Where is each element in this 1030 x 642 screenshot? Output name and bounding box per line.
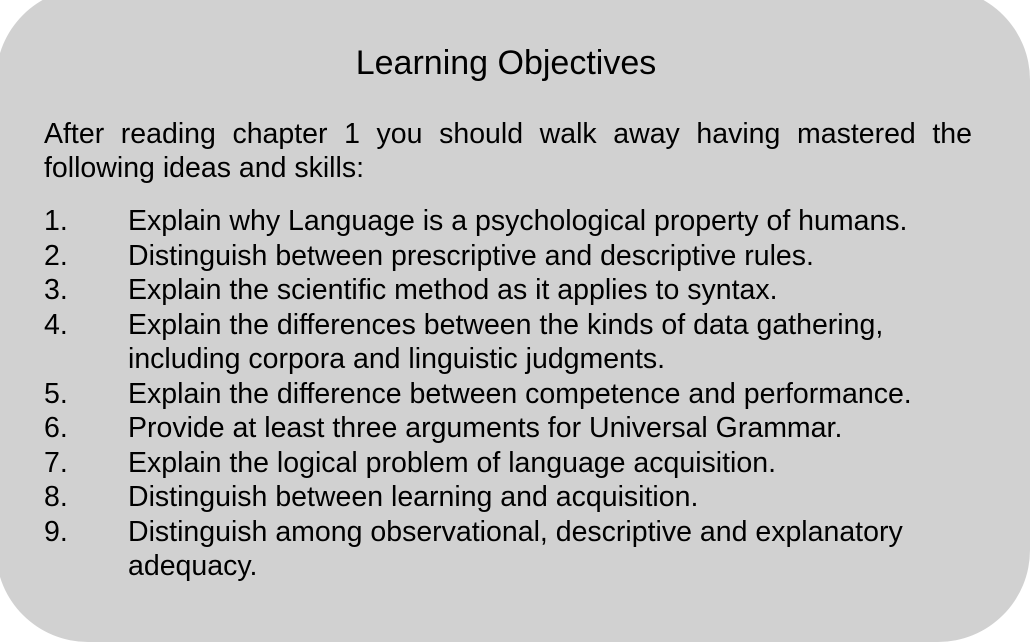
objective-item: 9. Distinguish among observational, desc… [44,515,984,584]
objective-number: 2. [44,239,68,272]
objective-number: 5. [44,377,68,410]
objective-text: Explain the logical problem of language … [128,446,776,479]
objective-text: Distinguish between prescriptive and des… [128,239,814,272]
objective-number: 3. [44,274,68,306]
objective-item: 3. Explain the scientific method as it a… [44,273,984,308]
objective-item: 2. Distinguish between prescriptive and … [44,239,984,274]
objective-number: 7. [44,446,68,479]
objective-text: Explain why Language is a psychological … [128,205,908,237]
learning-objectives-panel: Learning Objectives After reading chapte… [0,0,1030,642]
objective-number: 1. [44,205,68,237]
objective-item: 1. Explain why Language is a psychologic… [44,204,984,239]
objective-number: 8. [44,481,68,513]
objective-item: 5. Explain the difference between compet… [44,377,984,412]
objective-number: 4. [44,308,68,341]
objective-text: Explain the scientific method as it appl… [128,274,778,306]
objective-item: 8. Distinguish between learning and acqu… [44,480,984,515]
objective-item: 4. Explain the differences between the k… [44,308,984,377]
objectives-list: 1. Explain why Language is a psychologic… [44,204,984,584]
objective-text: Explain the differences between the kind… [128,308,884,376]
objective-item: 6. Provide at least three arguments for … [44,411,984,446]
objective-item: 7. Explain the logical problem of langua… [44,446,984,481]
objective-number: 6. [44,412,68,444]
objective-text: Distinguish between learning and acquisi… [128,481,699,513]
objective-text: Explain the difference between competenc… [128,377,912,410]
panel-title: Learning Objectives [355,44,657,82]
objective-text: Distinguish among observational, descrip… [128,515,903,583]
objective-text: Provide at least three arguments for Uni… [128,412,843,444]
objective-number: 9. [44,515,68,548]
intro-paragraph: After reading chapter 1 you should walk … [44,118,972,184]
